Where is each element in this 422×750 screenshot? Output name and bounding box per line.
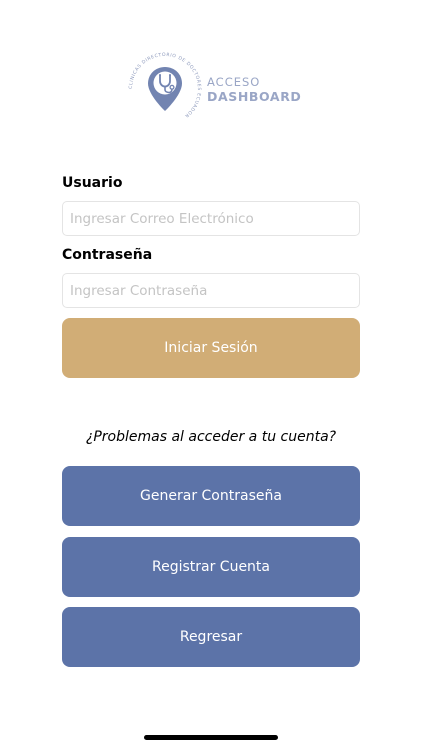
password-field[interactable] xyxy=(62,273,360,308)
home-indicator[interactable] xyxy=(144,735,278,740)
password-label: Contraseña xyxy=(62,247,153,263)
logo-line-acceso: ACCESO xyxy=(207,75,261,89)
register-account-button[interactable]: Registrar Cuenta xyxy=(62,537,360,597)
generate-password-button[interactable]: Generar Contraseña xyxy=(62,466,360,526)
logo-line-dashboard: DASHBOARD xyxy=(207,88,302,104)
login-button[interactable]: Iniciar Sesión xyxy=(62,318,360,378)
access-problems-text: ¿Problemas al acceder a tu cuenta? xyxy=(85,429,337,445)
logo-wordmark: ACCESO DASHBOARD xyxy=(207,75,302,104)
location-stethoscope-seal-icon: CLINICAS DIRECTORIO DE DOCTORES ECUADOR xyxy=(128,52,201,119)
back-button[interactable]: Regresar xyxy=(62,607,360,667)
app-logo: CLINICAS DIRECTORIO DE DOCTORES ECUADOR … xyxy=(126,50,306,130)
username-label: Usuario xyxy=(62,175,123,191)
email-field[interactable] xyxy=(62,201,360,236)
